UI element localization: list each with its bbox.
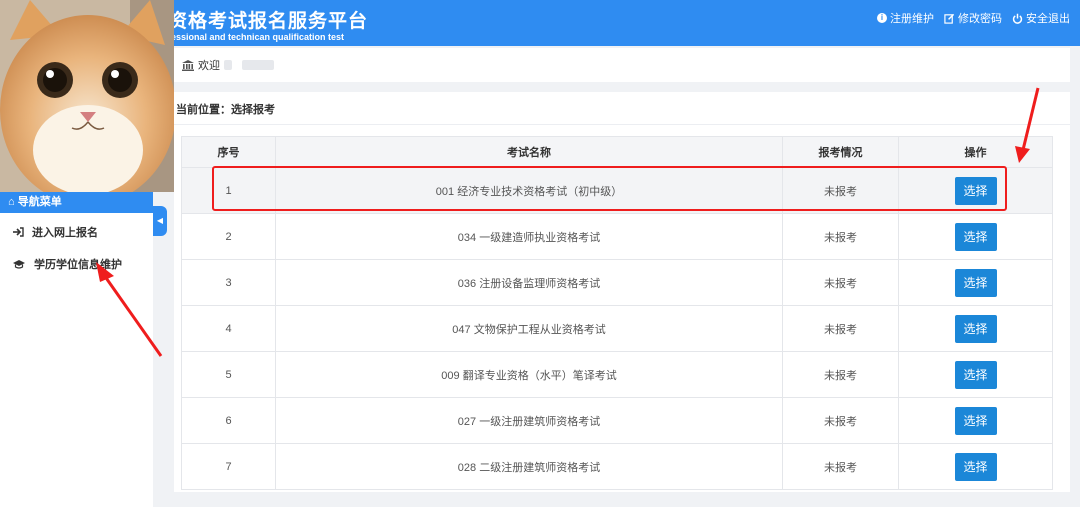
nav-menu-header: ⌂ 导航菜单 — [0, 192, 153, 213]
col-header-status: 报考情况 — [782, 136, 899, 168]
edit-icon — [944, 13, 955, 24]
table-row: 5 009 翻译专业资格（水平）笔译考试 未报考 选择 — [181, 351, 1053, 398]
table-row: 4 047 文物保护工程从业资格考试 未报考 选择 — [181, 305, 1053, 352]
select-button[interactable]: 选择 — [954, 360, 997, 389]
row-action-cell: 选择 — [898, 167, 1053, 214]
row-status: 未报考 — [782, 305, 899, 352]
breadcrumb: 当前位置：选择报考 — [176, 104, 275, 116]
exam-table: 序号 考试名称 报考情况 操作 1 001 经济专业技术资格考试（初中级） 未报… — [181, 136, 1053, 490]
row-index: 1 — [181, 167, 276, 214]
graduation-cap-icon — [13, 260, 25, 269]
table-row: 6 027 一级注册建筑师资格考试 未报考 选择 — [181, 397, 1053, 444]
col-header-action: 操作 — [898, 136, 1053, 168]
row-index: 5 — [181, 351, 276, 398]
sidebar-collapse-toggle[interactable]: ◀ — [153, 206, 167, 236]
row-index: 3 — [181, 259, 276, 306]
table-row: 3 036 注册设备监理师资格考试 未报考 选择 — [181, 259, 1053, 306]
select-button[interactable]: 选择 — [954, 176, 997, 205]
blurred-username — [242, 60, 274, 70]
main-panel: 当前位置：选择报考 序号 考试名称 报考情况 操作 1 001 经济专业技术资格… — [174, 92, 1070, 492]
row-index: 2 — [181, 213, 276, 260]
row-action-cell: 选择 — [898, 259, 1053, 306]
select-button[interactable]: 选择 — [954, 406, 997, 435]
logout-label: 安全退出 — [1026, 13, 1070, 25]
row-exam-name: 028 二级注册建筑师资格考试 — [275, 443, 783, 490]
sidebar-item-degree-info[interactable]: 学历学位信息维护 — [0, 248, 153, 280]
table-row: 7 028 二级注册建筑师资格考试 未报考 选择 — [181, 443, 1053, 490]
register-maintain-label: 注册维护 — [890, 13, 934, 25]
sidebar-item-label: 学历学位信息维护 — [34, 259, 122, 271]
row-index: 6 — [181, 397, 276, 444]
nav-menu-title: 导航菜单 — [17, 196, 62, 208]
row-action-cell: 选择 — [898, 397, 1053, 444]
power-icon — [1012, 13, 1023, 24]
select-button[interactable]: 选择 — [954, 452, 997, 481]
row-status: 未报考 — [782, 351, 899, 398]
site-title: 资格考试报名服务平台 — [168, 11, 369, 32]
row-exam-name: 036 注册设备监理师资格考试 — [275, 259, 783, 306]
row-exam-name: 027 一级注册建筑师资格考试 — [275, 397, 783, 444]
table-row: 2 034 一级建造师执业资格考试 未报考 选择 — [181, 213, 1053, 260]
change-password-link[interactable]: 修改密码 — [944, 10, 1002, 26]
row-exam-name: 009 翻译专业资格（水平）笔译考试 — [275, 351, 783, 398]
row-index: 4 — [181, 305, 276, 352]
user-avatar — [0, 0, 174, 192]
table-header-row: 序号 考试名称 报考情况 操作 — [181, 136, 1053, 168]
welcome-text: 欢迎 — [198, 60, 220, 72]
row-status: 未报考 — [782, 397, 899, 444]
row-index: 7 — [181, 443, 276, 490]
sign-in-icon — [13, 227, 24, 237]
col-header-index: 序号 — [181, 136, 276, 168]
divider — [174, 124, 1070, 125]
row-action-cell: 选择 — [898, 305, 1053, 352]
row-action-cell: 选择 — [898, 443, 1053, 490]
blurred-username — [224, 60, 232, 70]
info-icon: i — [877, 13, 887, 23]
welcome-bar: 欢迎 — [174, 48, 1070, 82]
row-status: 未报考 — [782, 213, 899, 260]
row-exam-name: 034 一级建造师执业资格考试 — [275, 213, 783, 260]
row-action-cell: 选择 — [898, 213, 1053, 260]
logout-link[interactable]: 安全退出 — [1012, 10, 1070, 26]
row-status: 未报考 — [782, 167, 899, 214]
register-maintain-link[interactable]: i 注册维护 — [877, 10, 934, 26]
sidebar-item-label: 进入网上报名 — [32, 227, 98, 239]
row-action-cell: 选择 — [898, 351, 1053, 398]
select-button[interactable]: 选择 — [954, 314, 997, 343]
bank-icon — [182, 59, 194, 71]
select-button[interactable]: 选择 — [954, 222, 997, 251]
change-password-label: 修改密码 — [958, 13, 1002, 25]
sidebar-item-online-registration[interactable]: 进入网上报名 — [0, 216, 153, 248]
table-row: 1 001 经济专业技术资格考试（初中级） 未报考 选择 — [181, 167, 1053, 214]
home-icon: ⌂ — [8, 196, 15, 208]
col-header-exam-name: 考试名称 — [275, 136, 783, 168]
row-status: 未报考 — [782, 443, 899, 490]
row-exam-name: 001 经济专业技术资格考试（初中级） — [275, 167, 783, 214]
row-exam-name: 047 文物保护工程从业资格考试 — [275, 305, 783, 352]
site-subtitle: fessional and technican qualification te… — [168, 32, 345, 42]
select-button[interactable]: 选择 — [954, 268, 997, 297]
row-status: 未报考 — [782, 259, 899, 306]
top-links: i 注册维护 修改密码 安全退出 — [877, 10, 1070, 26]
